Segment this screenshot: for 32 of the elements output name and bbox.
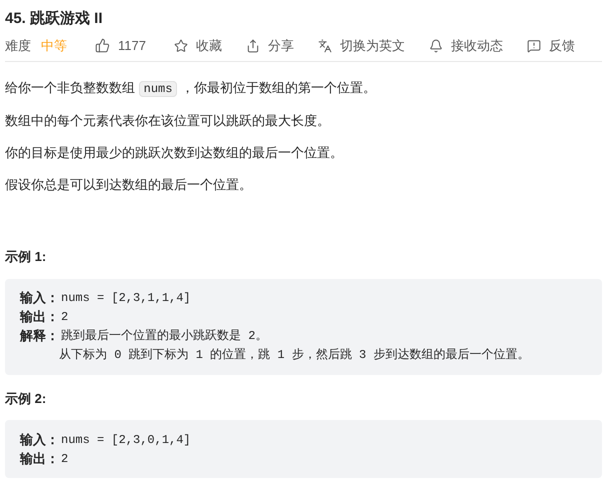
example-heading: 示例 2: <box>5 390 48 408</box>
problem-title: 45. 跳跃游戏 II <box>5 9 104 29</box>
translate-icon <box>318 38 332 52</box>
difficulty-tag: 中等 <box>41 36 67 56</box>
description-paragraph: 给你一个非负整数数组 nums ，你最初位于数组的第一个位置。 <box>5 79 378 99</box>
star-icon <box>174 38 188 52</box>
example-label: 输出： <box>20 308 59 326</box>
description-paragraph: 你的目标是使用最少的跳跃次数到达数组的最后一个位置。 <box>5 144 344 162</box>
example-label: 解释： <box>20 327 59 346</box>
example-label: 输入： <box>20 289 59 308</box>
action-button[interactable]: 反馈 <box>526 36 575 56</box>
like-count: 1177 <box>118 36 146 55</box>
action-button[interactable]: 收藏 <box>174 36 222 56</box>
difficulty-label: 难度 <box>5 36 31 55</box>
description-paragraph: 假设你总是可以到达数组的最后一个位置。 <box>5 176 253 194</box>
example-value: 2 <box>61 309 68 326</box>
action-button[interactable]: 切换为英文 <box>318 36 405 56</box>
share-icon <box>246 38 260 52</box>
example-value: nums = [2,3,1,1,4] <box>61 290 191 307</box>
example-value: 从下标为 0 跳到下标为 1 的位置，跳 1 步，然后跳 3 步到达数组的最后一个位置。 <box>59 347 530 364</box>
bell-icon <box>428 38 443 52</box>
example-label: 输出： <box>20 450 59 468</box>
example-value: 跳到最后一个位置的最小跳跃数是 2。 <box>61 328 268 345</box>
example-value: 2 <box>61 450 68 468</box>
action-button[interactable]: 分享 <box>246 36 294 56</box>
example-label: 输入： <box>20 430 59 449</box>
description-paragraph: 数组中的每个元素代表你在该位置可以跳跃的最大长度。 <box>5 112 331 130</box>
example-value: nums = [2,3,0,1,4] <box>61 432 191 448</box>
feedback-icon <box>526 38 541 52</box>
action-button[interactable]: 接收动态 <box>428 36 503 56</box>
example-heading: 示例 1: <box>5 248 48 266</box>
thumbs-up-icon[interactable] <box>95 38 110 53</box>
